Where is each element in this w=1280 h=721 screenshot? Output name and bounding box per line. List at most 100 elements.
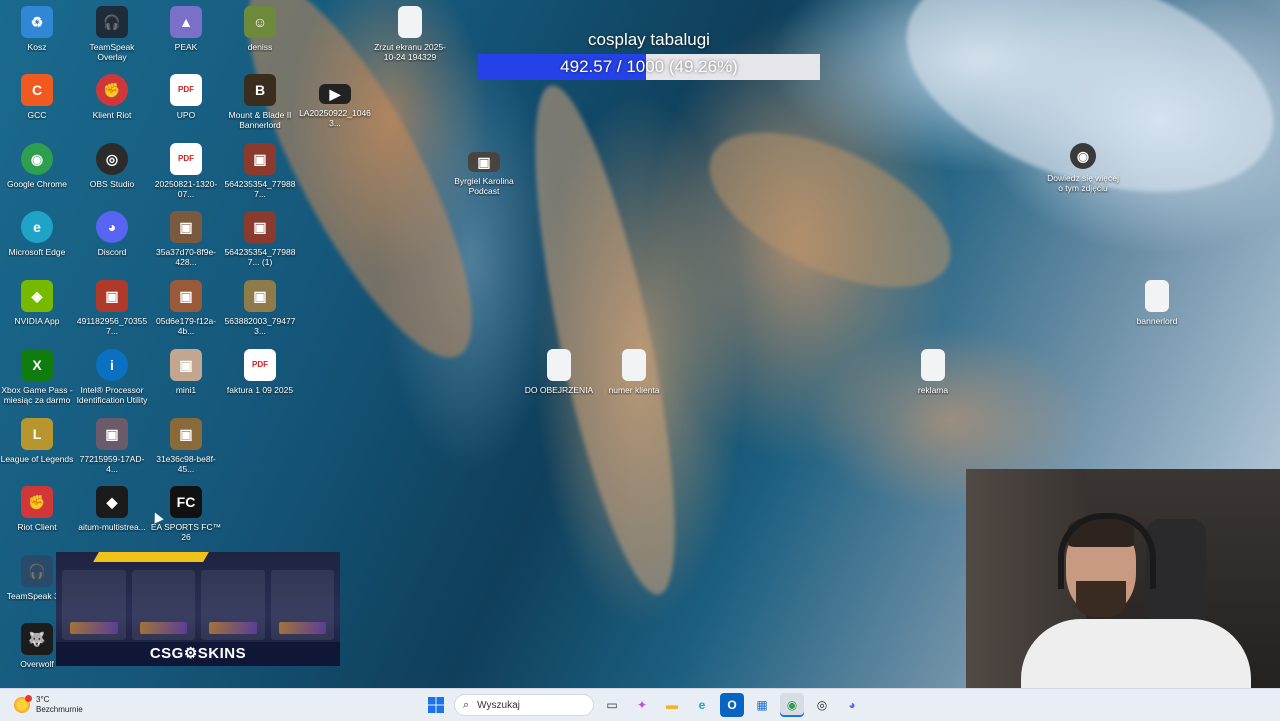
icon-label: mini1: [175, 385, 197, 395]
sponsor-ad-overlay: CSG⚙SKINS: [56, 552, 340, 666]
desktop-icon[interactable]: ▣ 05d6e179-f12a-4b...: [149, 280, 223, 336]
desktop-icon[interactable]: ▣ 77215959-17AD-4...: [75, 418, 149, 474]
icon-label: 31e36c98-be8f-45...: [156, 454, 216, 474]
desktop-icon[interactable]: ♻ Kosz: [0, 6, 74, 52]
desktop-icon[interactable]: ◉ Google Chrome: [0, 143, 74, 189]
icon-label: 564235354_779887...: [224, 179, 296, 199]
taskbar-search[interactable]: ⌕: [454, 694, 594, 716]
icon-label: Google Chrome: [6, 179, 67, 189]
desktop-icon[interactable]: ▣ 563882003_794773...: [223, 280, 297, 336]
desktop-icon[interactable]: ◕ Discord: [75, 211, 149, 257]
desktop-icon[interactable]: B Mount & Blade II Bannerlord: [223, 74, 297, 130]
copilot-icon[interactable]: ✦: [630, 693, 654, 717]
obs-icon[interactable]: ◎: [810, 693, 834, 717]
desktop-icon[interactable]: ◆ aitum-multistrea...: [75, 486, 149, 532]
desktop-icon[interactable]: e Microsoft Edge: [0, 211, 74, 257]
outlook-icon[interactable]: O: [720, 693, 744, 717]
desktop-icon[interactable]: ▣ 31e36c98-be8f-45...: [149, 418, 223, 474]
wallpaper-sand-streak: [506, 76, 704, 604]
store-icon[interactable]: ▦: [750, 693, 774, 717]
desktop-icon[interactable]: Zrzut ekranu 2025-10-24 194329: [372, 6, 448, 62]
icon-label: Byrgiel Karolina Podcast: [454, 176, 514, 196]
file-icon: [622, 349, 646, 381]
goal-progress-text: 492.57 / 1000 (49.26%): [560, 57, 738, 76]
icon-label: Intel® Processor Identification Utility: [76, 385, 148, 405]
icon-label: PEAK: [174, 42, 198, 52]
search-input[interactable]: [475, 698, 580, 712]
aitum-icon: ◆: [96, 486, 128, 518]
desktop-icon[interactable]: ▣ 35a37d70-8f9e-428...: [149, 211, 223, 267]
desktop-icon[interactable]: i Intel® Processor Identification Utility: [75, 349, 149, 405]
icon-label: UPO: [176, 110, 196, 120]
ad-skin-tile: [131, 570, 195, 640]
icon-label: aitum-multistrea...: [78, 522, 146, 532]
photo-thumbnail-icon: ▣: [244, 280, 276, 312]
desktop-icon[interactable]: ▣ 564235354_779887... (1): [223, 211, 297, 267]
desktop-icon[interactable]: bannerlord: [1120, 280, 1194, 326]
desktop-icon[interactable]: reklama: [896, 349, 970, 395]
desktop-icon[interactable]: ▶ LA20250922_10463...: [298, 84, 372, 128]
desktop-icon[interactable]: 🎧 TeamSpeak Overlay: [75, 6, 149, 62]
donation-goal-overlay: cosplay tabalugi 492.57 / 1000 (49.26%): [478, 30, 820, 80]
desktop-icon[interactable]: ◉ Dowiedz się więcej o tym zdjęciu: [1044, 143, 1122, 193]
desktop-icon[interactable]: numer klienta: [597, 349, 671, 395]
weather-text: 3°C Bezchmurnie: [36, 695, 83, 715]
peak-game-icon: ▲: [170, 6, 202, 38]
desktop-icon[interactable]: ✊ Riot Client: [0, 486, 74, 532]
desktop-icon[interactable]: ▣ 564235354_779887...: [223, 143, 297, 199]
file-icon: [547, 349, 571, 381]
windows-logo-icon: [428, 697, 444, 713]
desktop-icon[interactable]: ▣ Byrgiel Karolina Podcast: [447, 152, 521, 196]
photo-thumbnail-icon: ▣: [170, 280, 202, 312]
weather-widget[interactable]: 3°C Bezchmurnie: [14, 693, 83, 717]
icon-label: Mount & Blade II Bannerlord: [228, 110, 292, 130]
desktop-icon[interactable]: ◈ NVIDIA App: [0, 280, 74, 326]
task-view-icon[interactable]: ▭: [600, 693, 624, 717]
desktop-icon[interactable]: X Xbox Game Pass - miesiąc za darmo: [0, 349, 74, 405]
icon-label: Microsoft Edge: [8, 247, 66, 257]
pdf-icon: PDF: [170, 143, 202, 175]
desktop-icon[interactable]: DO OBEJRZENIA: [522, 349, 596, 395]
desktop-icon[interactable]: PDF faktura 1 09 2025: [223, 349, 297, 395]
start-button[interactable]: [424, 693, 448, 717]
desktop-icon[interactable]: ☺ deniss: [223, 6, 297, 52]
teamspeak-icon: 🎧: [21, 555, 53, 587]
desktop-icon[interactable]: PDF 20250821-1320-07...: [149, 143, 223, 199]
discord-icon[interactable]: ◕: [840, 693, 864, 717]
wallpaper-snow-area: [878, 0, 1280, 234]
file-explorer-icon[interactable]: ▬: [660, 693, 684, 717]
icon-label: faktura 1 09 2025: [226, 385, 294, 395]
icon-label: NVIDIA App: [14, 316, 60, 326]
edge-icon: e: [21, 211, 53, 243]
photo-thumbnail-icon: ▣: [468, 152, 500, 172]
taskbar-center: ⌕ ▭ ✦ ▬ e O ▦ ◉ ◎ ◕: [424, 692, 864, 718]
edge-icon[interactable]: e: [690, 693, 714, 717]
ad-banner-stripe: [93, 552, 209, 562]
weather-sun-icon: [14, 695, 32, 713]
file-icon: [1145, 280, 1169, 312]
photo-thumbnail-icon: ▣: [244, 211, 276, 243]
desktop-icon[interactable]: C GCC: [0, 74, 74, 120]
desktop-icon[interactable]: ▲ PEAK: [149, 6, 223, 52]
icon-label: TeamSpeak Overlay: [89, 42, 135, 62]
wallpaper-sand-streak: [686, 100, 974, 320]
overwolf-icon: 🐺: [21, 623, 53, 655]
chrome-icon[interactable]: ◉: [780, 693, 804, 717]
desktop-icon[interactable]: PDF UPO: [149, 74, 223, 120]
discord-icon: ◕: [96, 211, 128, 243]
icon-label: LA20250922_10463...: [299, 108, 371, 128]
desktop-icon[interactable]: ✊ Klient Riot: [75, 74, 149, 120]
photo-thumbnail-icon: ▣: [170, 349, 202, 381]
desktop-icon[interactable]: ◎ OBS Studio: [75, 143, 149, 189]
file-icon: [921, 349, 945, 381]
desktop-icon[interactable]: ▣ mini1: [149, 349, 223, 395]
desktop-icon[interactable]: ▣ 491182956_703557...: [75, 280, 149, 336]
desktop-icon[interactable]: L League of Legends: [0, 418, 74, 464]
ea-sports-fc-icon: FC: [170, 486, 202, 518]
photo-thumbnail-icon: ▣: [96, 418, 128, 450]
headset-icon: [1058, 513, 1156, 589]
league-of-legends-icon: L: [21, 418, 53, 450]
icon-label: 77215959-17AD-4...: [79, 454, 145, 474]
icon-label: GCC: [27, 110, 47, 120]
video-thumbnail-icon: ▶: [319, 84, 351, 104]
